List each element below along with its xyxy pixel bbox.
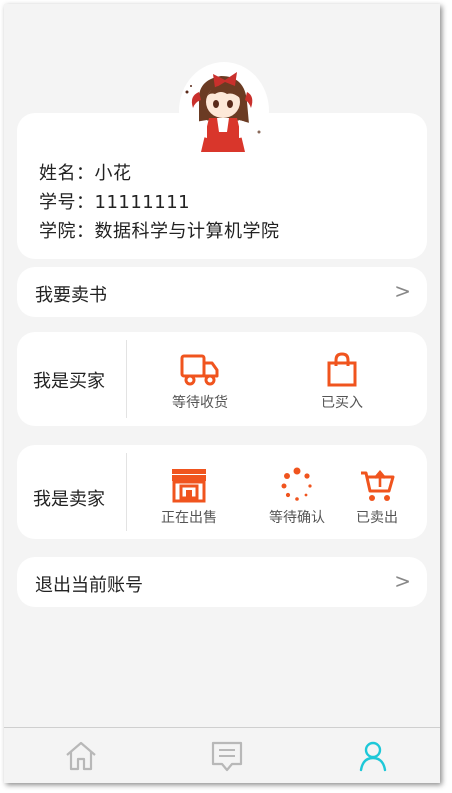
- app-screen: 姓名：小花 学号：11111111 学院：数据科学与计算机学院 我要卖书 > 我…: [4, 4, 440, 783]
- on-sale-button[interactable]: 正在出售: [149, 467, 229, 527]
- awaiting-receipt-label: 等待收货: [172, 395, 228, 411]
- tab-profile[interactable]: [300, 728, 440, 783]
- seller-card: 我是卖家 正在出售 等待确认 已卖出: [17, 445, 427, 539]
- bottom-tab-bar: [4, 727, 440, 783]
- avatar-illustration: [185, 72, 261, 152]
- tab-home[interactable]: [8, 728, 153, 783]
- user-icon: [359, 741, 386, 772]
- awaiting-receipt-button[interactable]: 等待收货: [155, 352, 245, 412]
- home-icon: [65, 741, 96, 771]
- logout-label: 退出当前账号: [35, 575, 143, 596]
- buyer-card: 我是买家 等待收货 已买入: [17, 332, 427, 426]
- sell-book-label: 我要卖书: [35, 285, 107, 306]
- seller-title: 我是卖家: [33, 489, 105, 510]
- sold-button[interactable]: 已卖出: [342, 467, 412, 527]
- awaiting-confirm-label: 等待确认: [269, 510, 325, 526]
- profile-college: 学院：数据科学与计算机学院: [39, 221, 280, 242]
- profile-student-id: 学号：11111111: [39, 192, 191, 213]
- bought-button[interactable]: 已买入: [302, 352, 382, 412]
- buyer-title: 我是买家: [33, 371, 105, 392]
- shopping-bag-icon: [327, 352, 357, 387]
- sell-book-row[interactable]: 我要卖书 >: [17, 267, 427, 317]
- profile-name: 姓名：小花: [39, 163, 132, 184]
- storefront-icon: [172, 469, 206, 503]
- logout-row[interactable]: 退出当前账号 >: [17, 557, 427, 607]
- divider: [126, 453, 127, 531]
- message-icon: [211, 741, 242, 772]
- cart-upload-icon: [361, 469, 395, 501]
- chevron-right-icon: >: [394, 569, 411, 593]
- avatar[interactable]: [179, 62, 269, 160]
- truck-icon: [180, 354, 219, 386]
- bought-label: 已买入: [321, 395, 363, 411]
- loading-dots-icon: [281, 467, 312, 501]
- on-sale-label: 正在出售: [161, 510, 217, 526]
- sold-label: 已卖出: [356, 510, 398, 526]
- tab-messages[interactable]: [154, 728, 299, 783]
- awaiting-confirm-button[interactable]: 等待确认: [257, 467, 337, 527]
- divider: [126, 340, 127, 418]
- chevron-right-icon: >: [394, 279, 411, 303]
